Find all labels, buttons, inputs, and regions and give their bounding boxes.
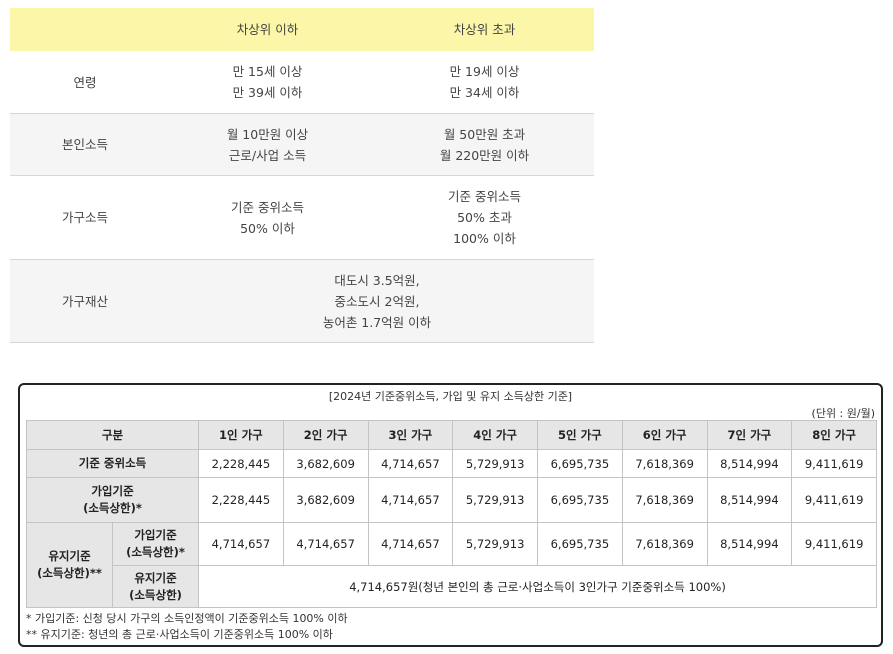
row-label-line: (소득상한)*: [126, 545, 185, 559]
cell-line: 농어촌 1.7억원 이하: [322, 314, 432, 330]
std-header-row: 구분 1인 가구 2인 가구 3인 가구 4인 가구 5인 가구 6인 가구 7…: [26, 420, 877, 450]
footnote-keep: ** 유지기준: 청년의 총 근로·사업소득이 기준중위소득 100% 이하: [26, 628, 333, 641]
cell-below: 기준 중위소득 50% 이하: [160, 175, 375, 260]
income-standard-table: 구분 1인 가구 2인 가구 3인 가구 4인 가구 5인 가구 6인 가구 7…: [26, 420, 877, 608]
table-cell: 7,618,369: [621, 522, 708, 566]
table-cell: 9,411,619: [791, 522, 877, 566]
row-age: 연령 만 15세 이상 만 39세 이하 만 19세 이상 만 34세 이하: [10, 51, 594, 114]
header-household-size: 4인 가구: [452, 420, 538, 450]
row-label-line: 유지기준: [48, 549, 91, 563]
table-cell: 5,729,913: [452, 449, 538, 478]
header-household-size: 5인 가구: [537, 420, 623, 450]
footnote-join: * 가입기준: 신청 당시 가구의 소득인정액이 기준중위소득 100% 이하: [26, 612, 348, 625]
header-household-size: 7인 가구: [706, 420, 793, 450]
table-cell: 5,729,913: [452, 522, 538, 566]
cell-line: 대도시 3.5억원,: [334, 272, 420, 288]
table-cell: 9,411,619: [791, 477, 877, 523]
row-label-line: (소득상한)*: [83, 501, 142, 515]
cell-line: 50% 초과: [457, 210, 512, 225]
header-household-size: 6인 가구: [621, 420, 708, 450]
row-household-income: 가구소득 기준 중위소득 50% 이하 기준 중위소득 50% 초과 100% …: [10, 175, 594, 260]
cell-above: 만 19세 이상 만 34세 이하: [375, 51, 594, 114]
cell-below: 월 10만원 이상 근로/사업 소득: [160, 113, 375, 176]
table-cell: 8,514,994: [706, 477, 793, 523]
row-label: 가입기준 (소득상한)*: [26, 477, 199, 523]
row-label-line: 유지기준: [134, 570, 177, 585]
row-sub-label: 유지기준 (소득상한): [112, 565, 199, 608]
table-cell: 2,228,445: [198, 449, 284, 478]
cell-below: 만 15세 이상 만 39세 이하: [160, 51, 375, 114]
cell-line: 기준 중위소득: [448, 189, 521, 204]
table-cell: 4,714,657: [367, 477, 454, 523]
table-caption: [2024년 기준중위소득, 가입 및 유지 소득상한 기준]: [328, 390, 573, 403]
header-empty: [10, 8, 160, 51]
table-cell: 9,411,619: [791, 449, 877, 478]
table-cell: 6,695,735: [537, 449, 623, 478]
row-join-standard: 가입기준 (소득상한)* 2,228,445 3,682,609 4,714,6…: [26, 477, 877, 523]
table-cell: 2,228,445: [198, 477, 284, 523]
income-standard-panel: [2024년 기준중위소득, 가입 및 유지 소득상한 기준] (단위 : 원/…: [18, 383, 883, 647]
row-label: 가구소득: [10, 175, 160, 260]
row-label: 기준 중위소득: [26, 449, 199, 478]
row-group-label: 유지기준 (소득상한)**: [26, 522, 113, 608]
cell-line: 만 34세 이하: [449, 85, 520, 100]
cell-line: 월 50만원 초과: [443, 126, 526, 142]
row-keep-standard-keep: 유지기준 (소득상한) 4,714,657원(청년 본인의 총 근로·사업소득이…: [27, 565, 877, 608]
table-cell: 6,695,735: [537, 522, 623, 566]
cell-line: 기준 중위소득: [231, 199, 304, 215]
cell-above: 월 50만원 초과 월 220만원 이하: [375, 113, 594, 176]
row-label-line: (소득상한)**: [37, 566, 102, 580]
eligibility-table: 차상위 이하 차상위 초과 연령 만 15세 이상 만 39세 이하 만 19세…: [10, 8, 594, 343]
table-cell: 3,682,609: [282, 449, 369, 478]
cell-line: 근로/사업 소득: [228, 147, 307, 163]
unit-label: (단위 : 원/월): [811, 407, 875, 420]
header-household-size: 2인 가구: [282, 420, 369, 450]
table-cell: 5,729,913: [452, 477, 538, 523]
header-above-near-poverty: 차상위 초과: [375, 8, 594, 51]
cell-assets: 대도시 3.5억원, 중소도시 2억원, 농어촌 1.7억원 이하: [160, 259, 594, 343]
table-cell: 3,682,609: [282, 477, 369, 523]
header-below-near-poverty: 차상위 이하: [160, 8, 375, 51]
table-cell: 8,514,994: [706, 449, 793, 478]
row-personal-income: 본인소득 월 10만원 이상 근로/사업 소득 월 50만원 초과 월 220만…: [10, 113, 594, 176]
table-cell: 7,618,369: [621, 449, 708, 478]
row-median-income: 기준 중위소득 2,228,445 3,682,609 4,714,657 5,…: [26, 449, 877, 478]
table-cell: 7,618,369: [621, 477, 708, 523]
header-household-size: 3인 가구: [367, 420, 454, 450]
cell-line: 중소도시 2억원,: [334, 293, 420, 309]
header-category: 구분: [26, 420, 199, 450]
row-household-assets: 가구재산 대도시 3.5억원, 중소도시 2억원, 농어촌 1.7억원 이하: [10, 259, 594, 343]
header-household-size: 1인 가구: [198, 420, 284, 450]
row-label-line: 가입기준: [91, 484, 134, 498]
eligibility-header-row: 차상위 이하 차상위 초과: [10, 8, 594, 51]
row-keep-standard-join: 유지기준 (소득상한)** 가입기준 (소득상한)* 4,714,657 4,7…: [26, 522, 877, 608]
table-cell: 8,514,994: [706, 522, 793, 566]
cell-line: 월 10만원 이상: [226, 126, 309, 142]
cell-line: 50% 이하: [240, 220, 295, 236]
table-cell: 4,714,657: [282, 522, 369, 566]
row-label-line: (소득상한): [129, 587, 182, 602]
cell-line: 만 19세 이상: [449, 64, 520, 79]
cell-line: 100% 이하: [453, 231, 516, 246]
row-label: 연령: [10, 51, 160, 114]
merged-value-cell: 4,714,657원(청년 본인의 총 근로·사업소득이 3인가구 기준중위소득…: [198, 565, 877, 608]
row-label: 가구재산: [10, 259, 160, 343]
cell-line: 만 15세 이상: [232, 64, 303, 79]
row-sub-label: 가입기준 (소득상한)*: [112, 522, 199, 566]
header-household-size: 8인 가구: [791, 420, 877, 450]
row-label: 본인소득: [10, 113, 160, 176]
table-cell: 4,714,657: [367, 522, 454, 566]
row-label-line: 가입기준: [134, 528, 177, 542]
cell-line: 월 220만원 이하: [439, 147, 530, 163]
table-cell: 4,714,657: [367, 449, 454, 478]
cell-line: 만 39세 이하: [232, 85, 303, 100]
table-cell: 6,695,735: [537, 477, 623, 523]
footnotes: * 가입기준: 신청 당시 가구의 소득인정액이 기준중위소득 100% 이하 …: [26, 611, 348, 643]
cell-above: 기준 중위소득 50% 초과 100% 이하: [375, 175, 594, 260]
table-cell: 4,714,657: [198, 522, 284, 566]
